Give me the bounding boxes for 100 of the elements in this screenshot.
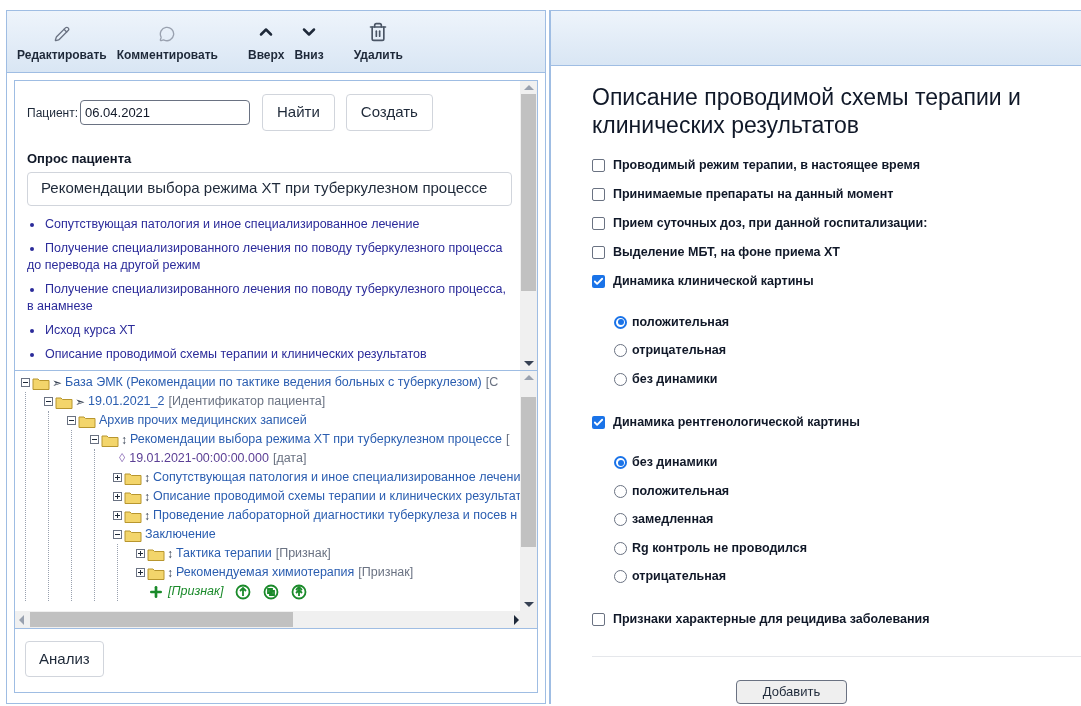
folder-icon	[101, 432, 119, 447]
checkbox-label: Признаки характерные для рецидива заболевания	[613, 611, 930, 629]
radio-button[interactable]	[614, 456, 627, 470]
survey-link[interactable]: Получение специализированного лечения по поводу туберкулезного процесса, в анамнезе	[27, 280, 512, 315]
toolbar-button[interactable]: Комментировать	[116, 26, 218, 64]
collapse-toggle[interactable]	[113, 530, 122, 539]
node-tag: [дата]	[272, 449, 307, 468]
radio-label: положительная	[632, 313, 730, 331]
checkbox-label: Динамика рентгенологической картины	[613, 413, 860, 431]
toolbar-button[interactable]: Вниз	[294, 22, 324, 64]
patient-label: Пациент:	[27, 104, 78, 122]
node-type-marker: ↕	[167, 545, 173, 563]
expand-toggle[interactable]	[136, 568, 145, 577]
checkbox-label: Проводимый режим терапии, в настоящее время	[613, 157, 921, 175]
folder-icon	[124, 489, 142, 504]
checkbox-label: Динамика клинической картины	[613, 273, 814, 291]
node-tag: [С	[485, 373, 499, 392]
plus-icon[interactable]	[148, 583, 164, 600]
horizontal-scrollbar[interactable]	[15, 611, 537, 628]
tree-node-label[interactable]: Рекомендуемая химиотерапия	[176, 563, 355, 582]
toolbar-button[interactable]: Вверх	[248, 22, 285, 64]
tree-node-label[interactable]: База ЭМК (Рекомендации по тактике ведения больных с туберкулезом)	[65, 373, 482, 392]
survey-title: Опрос пациента	[27, 150, 133, 168]
bullet-icon	[30, 352, 34, 357]
checkbox[interactable]	[592, 217, 605, 230]
bullet-icon	[30, 328, 34, 333]
node-type-marker: ↕	[144, 469, 150, 487]
tree-node-value[interactable]: 19.01.2021-00:00:00.000	[129, 449, 269, 468]
radio-label: замедленная	[632, 511, 714, 529]
radio-label: отрицательная	[632, 342, 727, 360]
collapse-toggle[interactable]	[67, 416, 76, 425]
survey-field[interactable]: Рекомендации выбора режима ХТ при туберкулезном процессе	[27, 171, 512, 206]
tree-node-label[interactable]: Проведение лабораторной диагностики туберкулеза и посев н	[153, 506, 518, 525]
folder-icon	[55, 394, 73, 409]
survey-link[interactable]: Описание проводимой схемы терапии и клинических результатов	[27, 345, 512, 363]
tree-node-label[interactable]: Тактика терапии	[176, 544, 272, 563]
value-marker: ◊	[119, 450, 126, 468]
pencil-icon	[53, 26, 70, 42]
radio-label: Rg контроль не проводился	[632, 539, 808, 557]
node-type-marker: ➣	[52, 374, 62, 392]
collapse-toggle[interactable]	[21, 378, 30, 387]
folder-icon	[124, 527, 142, 542]
checkbox[interactable]	[592, 246, 605, 259]
node-type-marker: ↕	[121, 431, 127, 449]
double-arrow-circle-icon[interactable]	[291, 583, 308, 600]
node-tag: [Идентификатор пациента]	[168, 392, 326, 411]
tree-vertical-scrollbar[interactable]	[520, 371, 537, 611]
checkbox[interactable]	[592, 415, 605, 429]
form-title: Описание проводимой схемы терапии и клинических результатов	[592, 83, 1022, 139]
checkbox[interactable]	[592, 188, 605, 201]
expand-toggle[interactable]	[113, 511, 122, 520]
patient-field[interactable]: 06.04.2021	[80, 100, 250, 125]
tree-node-label[interactable]: Заключение	[145, 525, 216, 544]
add-button[interactable]: Добавить	[736, 680, 847, 704]
checkbox-label: Выделение МБТ, на фоне приема ХТ	[613, 244, 840, 262]
bullet-icon	[30, 222, 34, 227]
node-type-marker: ➣	[75, 393, 85, 411]
collapse-toggle[interactable]	[90, 435, 99, 444]
survey-link[interactable]: Исход курса ХТ	[27, 321, 512, 339]
find-button[interactable]: Найти	[262, 94, 335, 131]
toolbar-button[interactable]: Редактировать	[17, 26, 107, 64]
analyze-button[interactable]: Анализ	[25, 641, 104, 677]
node-type-marker: ↕	[144, 507, 150, 525]
expand-toggle[interactable]	[136, 549, 145, 558]
speech-bubble-icon	[159, 26, 176, 42]
tree-node-label[interactable]: Архив прочих медицинских записей	[99, 411, 307, 430]
tree-node-label[interactable]: Рекомендации выбора режима ХТ при туберкулезном процессе	[130, 430, 502, 449]
vertical-scrollbar[interactable]	[520, 81, 537, 370]
radio-button[interactable]	[614, 315, 627, 329]
checkbox[interactable]	[592, 275, 605, 288]
tree-node-label[interactable]: 19.01.2021_2	[88, 392, 165, 411]
checkbox[interactable]	[592, 159, 605, 172]
radio-label: без динамики	[632, 370, 718, 388]
expand-toggle[interactable]	[113, 492, 122, 501]
folder-icon	[32, 375, 50, 390]
radio-label: отрицательная	[632, 568, 727, 586]
collapse-toggle[interactable]	[44, 397, 53, 406]
bullet-icon	[30, 246, 34, 251]
radio-label: без динамики	[632, 454, 718, 472]
checkbox-label: Прием суточных доз, при данной госпитализации:	[613, 215, 928, 233]
checkbox[interactable]	[592, 613, 605, 626]
node-tag: [	[505, 430, 510, 449]
add-attribute-label[interactable]: [Признак]	[168, 582, 224, 601]
folder-icon	[147, 546, 165, 561]
folder-icon	[124, 470, 142, 485]
toolbar-button[interactable]: Удалить	[353, 22, 403, 64]
node-type-marker: ↕	[167, 564, 173, 582]
tree-node-label[interactable]: Сопутствующая патология и иное специализированное лечени	[153, 468, 520, 487]
radio-label: положительная	[632, 482, 730, 500]
folder-icon	[147, 565, 165, 580]
bullet-icon	[30, 287, 34, 292]
checkbox-label: Принимаемые препараты на данный момент	[613, 186, 894, 204]
folder-icon	[78, 413, 96, 428]
arrow-up-circle-icon[interactable]	[235, 583, 252, 600]
create-button[interactable]: Создать	[345, 94, 433, 131]
survey-link[interactable]: Сопутствующая патология и иное специализированное лечение	[27, 215, 512, 233]
expand-toggle[interactable]	[113, 473, 122, 482]
node-tag: [Признак]	[358, 563, 414, 582]
survey-link[interactable]: Получение специализированного лечения по поводу туберкулезного процесса до перевода на другой режим	[27, 239, 512, 274]
copy-circle-icon[interactable]	[263, 583, 280, 600]
